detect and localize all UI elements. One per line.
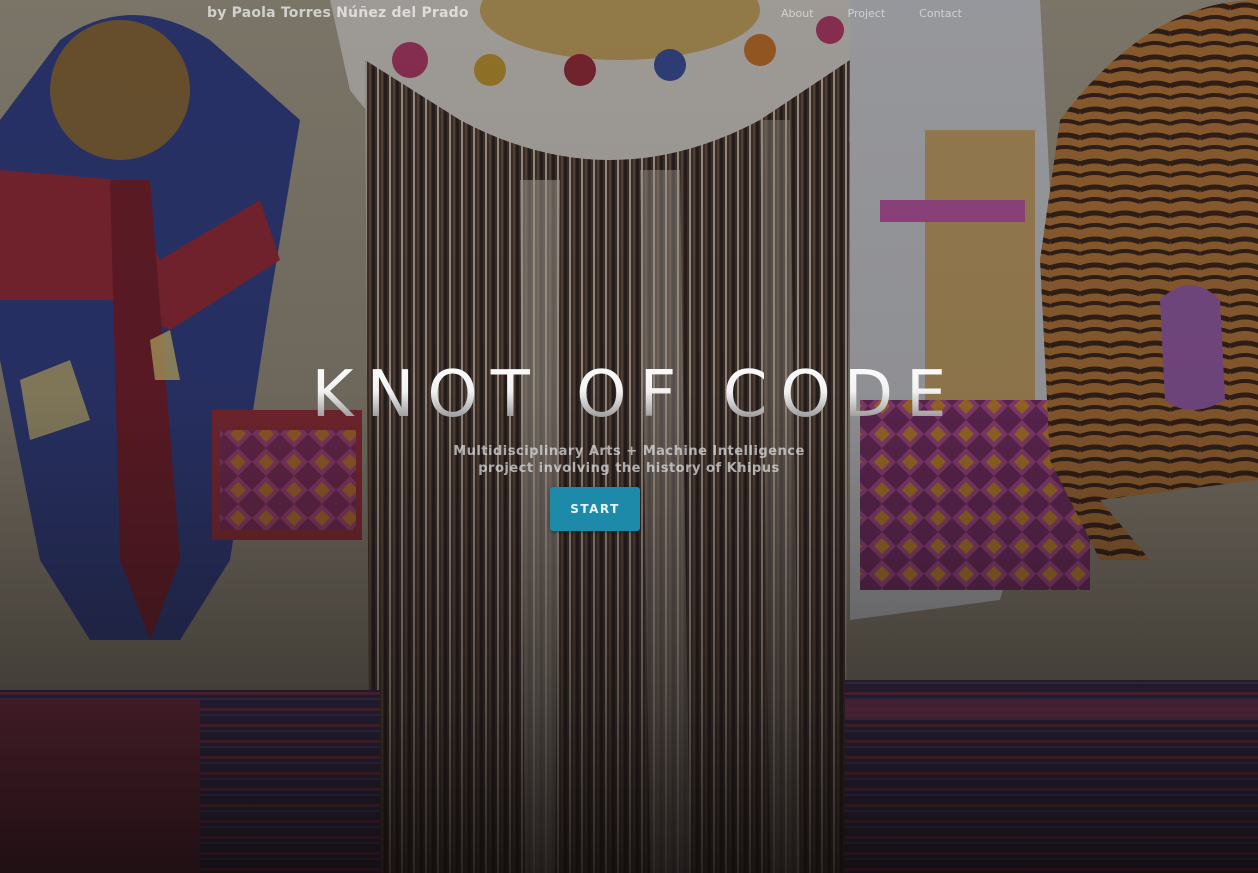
hero-dark-overlay <box>0 0 1258 873</box>
nav-link-about[interactable]: About <box>781 7 814 20</box>
brand-byline[interactable]: by Paola Torres Núñez del Prado <box>207 5 469 21</box>
hero-subtitle-line-1: Multidisciplinary Arts + Machine Intelli… <box>453 444 805 459</box>
hero-subtitle: Multidisciplinary Arts + Machine Intelli… <box>0 443 1258 477</box>
start-button[interactable]: START <box>550 487 640 531</box>
hero-section: by Paola Torres Núñez del Prado About Pr… <box>0 0 1258 873</box>
hero-title: KNOT OF CODE <box>0 358 1258 432</box>
nav-link-contact[interactable]: Contact <box>919 7 962 20</box>
nav-link-project[interactable]: Project <box>848 7 886 20</box>
top-navigation: About Project Contact <box>781 7 996 20</box>
hero-subtitle-line-2: project involving the history of Khipus <box>478 461 780 476</box>
